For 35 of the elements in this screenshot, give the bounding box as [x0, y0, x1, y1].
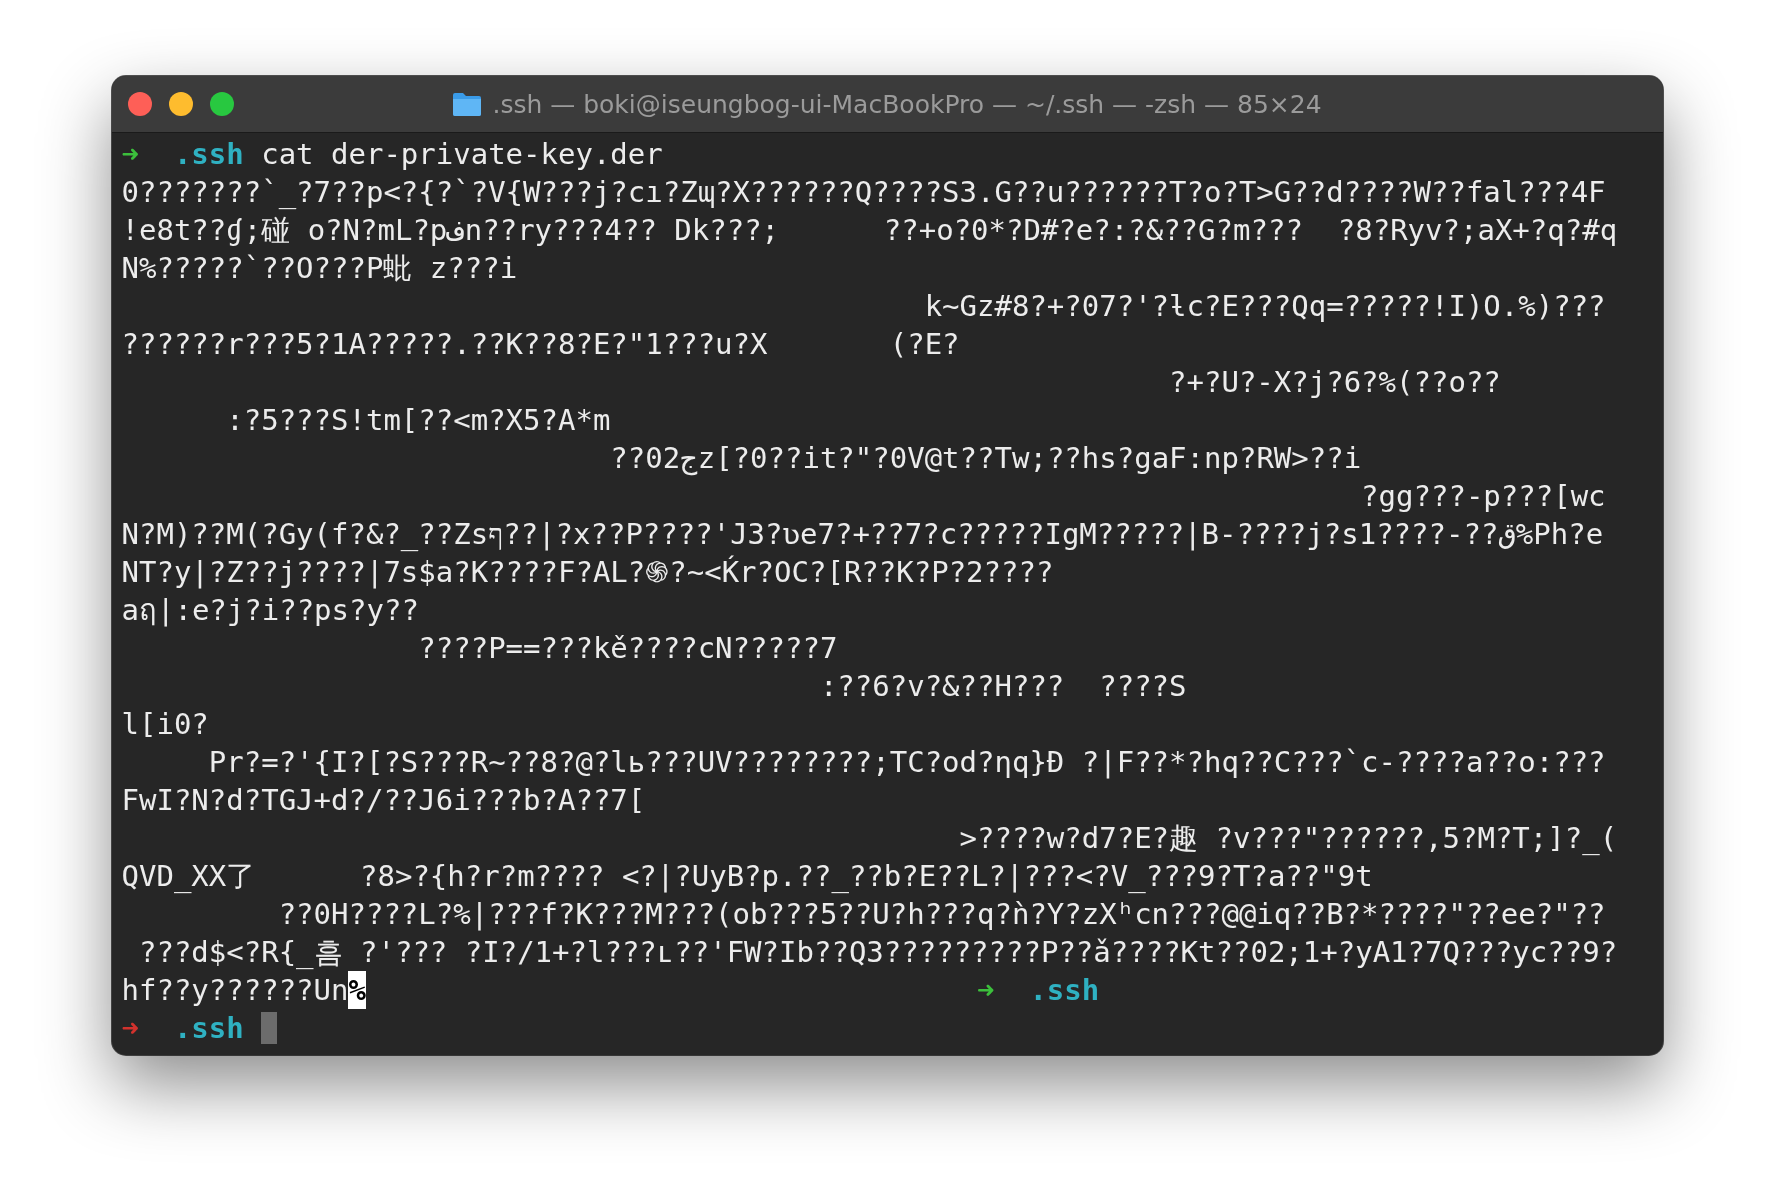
no-newline-marker: % — [348, 971, 366, 1009]
output-line: !e8t??ɠ;碰 o?N?mL?pفn??ry???4?? Dk???; ??+o?0*?D#?e?:?&??G?m??? ?8?Ryv?;aX+?q?#q — [121, 212, 1618, 249]
output-line: N%?????`??O???P蚍 z???i — [121, 250, 518, 287]
prompt-directory: .ssh — [1029, 972, 1100, 1009]
output-line: ??????r???5?1A?????.??K??8?E?"1???u?X (?E? — [121, 326, 960, 363]
command-text: cat der-private-key.der — [261, 136, 663, 173]
output-line: k~Gz#8?+?07?'?ƚc?E???Qq=?????!I)O.%)??? — [923, 288, 1606, 325]
output-line: NT?y|?Z??j????|7s$a?K????F?AL?֍?~<Ḱr?OC?[R??K?P?2???? — [121, 554, 1054, 591]
output-line: N?M)??M(?Gy(f?&?_??Zsף??|?x??P????'J3?ʋe7?+??7?c?????IgM?????|B-????j?s1????-??ق%Ph?e — [121, 516, 1604, 553]
output-line: ????P==???kě????cN?????7 — [417, 630, 838, 667]
output-line: l[i0? — [121, 706, 209, 743]
output-line: aฤ|:e?j?i??ps?y?? — [121, 592, 419, 629]
output-line: :??6?v?&??H??? ????S — [818, 668, 1187, 705]
window-title: .ssh — boki@iseungbog-ui-MacBookPro — ~/.ssh — -zsh — 85×24 — [492, 89, 1322, 119]
output-line: >????w?d7?E?趣 ?v???"??????,5?M?T;]?_( — [958, 820, 1618, 857]
output-line: 0???????`_?7??p<?{?`?V{W???j?cı?Zɰ?X??????Q????S3.G??u??????T?o?T>G??d????W??fal???4F — [121, 174, 1606, 211]
output-line: Pr?=?'{I?[?S???R~??8?@?lь???UV????????;TC?od?ηq}Ð ?|F??*?hq??C???`c-????a??o:??? — [207, 744, 1606, 781]
output-line: ??0ج2z[?0??it?"?0V@t??Tw;??hs?gaF:np?RW>??i — [609, 440, 1362, 477]
zoom-button[interactable] — [209, 92, 234, 116]
output-line: :?5???S!tm[??<m?X5?A*m — [225, 402, 611, 439]
output-line: ?+?U?-X?j?6?%(??o?? — [1168, 364, 1501, 401]
arrow-icon: ➜ — [977, 971, 995, 1009]
output-line: ??0H????L?%|???f?K???M???(ob???5??U?h???q?ǹ?Y?zXʰcn???@@iq??B?*????"??ee?"?? — [277, 896, 1606, 933]
prompt-directory: .ssh — [173, 136, 244, 173]
output-line: FwI?N?d?TGJ+d?/??J6i???b?A??7[ — [121, 782, 646, 819]
output-line: ???d$<?R{_흠 ?'??? ?I?/1+?l???ʟ??'FW?Ib??Q3?????????P??ǎ????Kt??02;1+?yA1?7Q???yc??9? — [137, 934, 1618, 971]
output-line: hf??y??????Un — [121, 972, 349, 1009]
close-button[interactable] — [127, 92, 152, 116]
folder-icon — [452, 91, 483, 117]
minimize-button[interactable] — [168, 92, 193, 116]
output-line: QVD_XX了 ?8>?{h?r?m???? <?|?UyB?p.??_??b?E??L?|???<?V_???9?T?a??"9t — [121, 858, 1373, 895]
error-arrow-icon: ➜ — [121, 1009, 139, 1047]
arrow-icon: ➜ — [121, 135, 139, 173]
output-line: ?gg???-p???[wc — [1360, 478, 1606, 515]
prompt-directory: .ssh — [173, 1010, 244, 1047]
